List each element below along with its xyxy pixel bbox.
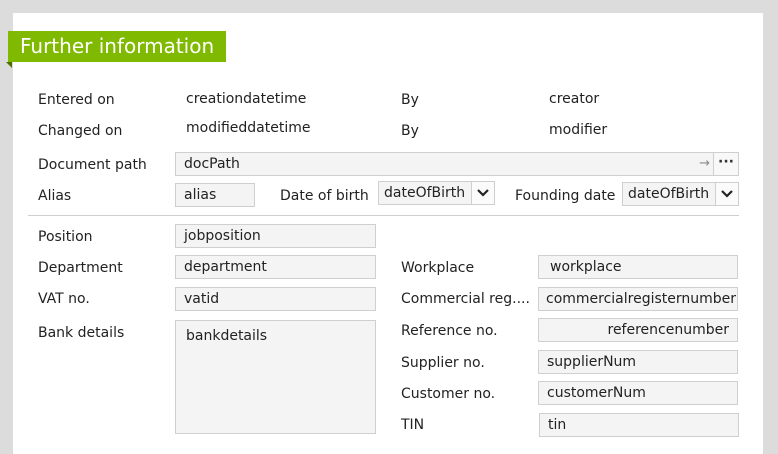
vat-field[interactable]: vatid [175,287,376,311]
commercial-register-label: Commercial reg.... [401,291,530,307]
date-of-birth-value: dateOfBirth [384,185,466,201]
changed-on-value: modifieddatetime [186,120,311,136]
bank-details-value: bankdetails [186,328,268,344]
workplace-value: workplace [550,259,622,275]
more-icon: ··· [718,154,734,170]
founding-date-value: dateOfBirth [628,186,710,202]
entered-by-value: creator [549,91,600,107]
customer-value: customerNum [547,385,646,401]
position-value: jobposition [184,228,261,244]
supplier-field[interactable]: supplierNum [538,350,738,374]
founding-date-dropdown-button[interactable] [715,183,738,205]
reference-value: referencenumber [607,322,730,338]
department-field[interactable]: department [175,255,376,279]
alias-value: alias [184,187,217,203]
bank-details-label: Bank details [38,325,125,341]
vat-label: VAT no. [38,291,90,307]
tin-label: TIN [401,417,425,433]
customer-label: Customer no. [401,386,496,402]
changed-by-value: modifier [549,122,608,138]
document-path-field[interactable]: docPath → ··· [175,152,739,176]
date-of-birth-dropdown[interactable]: dateOfBirth [378,181,495,205]
chevron-down-icon [477,189,489,197]
chevron-down-icon [721,190,733,198]
document-path-label: Document path [38,157,147,173]
position-field[interactable]: jobposition [175,224,376,248]
arrow-right-icon[interactable]: → [699,153,710,175]
department-label: Department [38,260,123,276]
alias-field[interactable]: alias [175,183,255,207]
department-value: department [184,259,267,275]
commercial-register-field[interactable]: commercialregisternumber [538,287,738,311]
founding-date-label: Founding date [515,188,616,204]
changed-by-label: By [401,123,419,139]
changed-on-label: Changed on [38,123,123,139]
workplace-field[interactable]: workplace [538,255,738,279]
date-of-birth-label: Date of birth [280,188,369,204]
section-title: Further information [8,31,226,62]
supplier-value: supplierNum [547,354,637,370]
workplace-label: Workplace [401,260,475,276]
entered-on-label: Entered on [38,92,115,108]
date-of-birth-dropdown-button[interactable] [471,182,494,204]
commercial-register-value: commercialregisternumber [546,291,737,307]
position-label: Position [38,229,93,245]
section-divider [28,215,739,216]
customer-field[interactable]: customerNum [538,381,738,405]
alias-label: Alias [38,188,72,204]
founding-date-dropdown[interactable]: dateOfBirth [622,182,739,206]
supplier-label: Supplier no. [401,355,485,371]
tin-field[interactable]: tin [539,413,739,437]
vat-value: vatid [184,291,220,307]
tin-value: tin [548,417,567,433]
entered-by-label: By [401,92,419,108]
reference-label: Reference no. [401,323,498,339]
ribbon-fold [6,62,12,68]
entered-on-value: creationdatetime [186,91,307,107]
more-button[interactable]: ··· [713,153,738,175]
bank-details-textarea[interactable]: bankdetails [175,320,376,434]
reference-field[interactable]: referencenumber [538,318,738,342]
document-path-value: docPath [184,156,240,172]
